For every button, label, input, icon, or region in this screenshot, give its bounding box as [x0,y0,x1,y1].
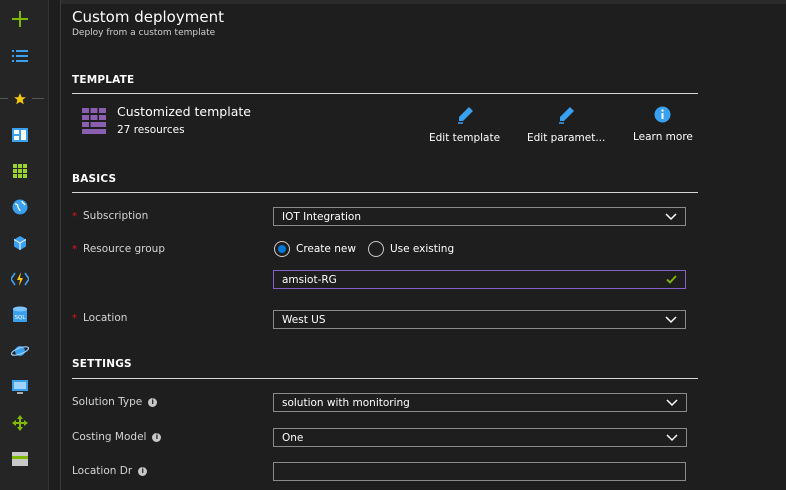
costing-model-select[interactable]: One [273,428,687,447]
plus-icon[interactable] [8,7,32,31]
dashboard-icon[interactable] [8,123,32,147]
radio-create-new-label[interactable]: Create new [296,243,356,255]
chevron-down-icon [666,398,678,406]
section-divider-basics [72,192,698,193]
svg-text:SQL: SQL [15,315,27,321]
solution-type-label-text: Solution Type [72,396,143,408]
edit-template-label: Edit template [429,132,501,144]
section-divider-settings [72,378,698,379]
resource-group-label: * Resource group [72,243,165,255]
sidebar-divider-right [32,98,44,99]
location-dr-label-text: Location Dr [72,465,133,477]
template-resource-count: 27 resources [117,124,185,136]
resource-group-value: amsiot-RG [282,273,337,286]
costing-model-label: Costing Model i [72,431,162,443]
resource-group-radio-group: Create new Use existing [274,241,466,257]
section-title-template: TEMPLATE [72,74,135,86]
checkmark-icon [666,275,677,284]
template-grid-icon [82,108,106,134]
resource-group-input[interactable]: amsiot-RG [273,270,686,289]
left-sidebar: SQL [0,0,49,490]
location-label-text: Location [83,312,128,324]
subscription-value: IOT Integration [282,210,361,223]
cube-icon[interactable] [8,231,32,255]
globe-icon[interactable] [8,195,32,219]
radio-use-existing[interactable] [367,241,384,257]
chevron-down-icon [665,315,677,323]
solution-type-label: Solution Type i [72,396,158,408]
subscription-label: * Subscription [72,210,148,222]
storage-icon[interactable] [8,447,32,471]
info-icon [654,106,671,127]
costing-model-value: One [282,431,304,444]
learn-more-label: Learn more [633,131,693,143]
edit-template-button[interactable]: Edit template [429,106,500,144]
required-asterisk: * [72,210,77,222]
subscription-select[interactable]: IOT Integration [273,207,686,226]
sidebar-divider-left [0,98,8,99]
virtual-machine-icon[interactable] [8,375,32,399]
function-app-icon[interactable] [8,267,32,291]
blade-edge [60,0,61,490]
costing-model-label-text: Costing Model [72,431,147,443]
edit-parameters-button[interactable]: Edit paramet... [527,106,605,144]
chevron-down-icon [665,212,677,220]
pencil-icon [456,106,474,128]
location-value: West US [282,313,326,326]
info-icon[interactable]: i [148,397,158,407]
solution-type-value: solution with monitoring [282,396,410,409]
pencil-icon [557,106,575,128]
solution-type-select[interactable]: solution with monitoring [273,393,687,412]
top-strip [60,0,786,4]
required-asterisk: * [72,243,77,255]
sql-database-icon[interactable]: SQL [8,303,32,327]
subscription-label-text: Subscription [83,210,149,222]
load-balancer-icon[interactable] [8,411,32,435]
required-asterisk: * [72,312,77,324]
location-label: * Location [72,312,127,324]
star-icon[interactable] [8,87,32,111]
cosmos-planet-icon[interactable] [8,339,32,363]
section-title-basics: BASICS [72,173,117,185]
section-divider-template [72,93,698,94]
resource-group-label-text: Resource group [83,243,165,255]
list-icon[interactable] [8,44,32,68]
page-title: Custom deployment [72,8,224,26]
chevron-down-icon [666,433,678,441]
info-icon[interactable]: i [138,466,148,476]
radio-create-new[interactable] [274,241,290,257]
template-name: Customized template [117,104,251,119]
info-icon[interactable]: i [152,432,162,442]
location-dr-input[interactable] [273,462,686,481]
all-resources-grid-icon[interactable] [8,159,32,183]
location-select[interactable]: West US [273,310,686,329]
learn-more-button[interactable]: Learn more [633,106,693,143]
page-subtitle: Deploy from a custom template [72,28,216,38]
location-dr-label: Location Dr i [72,465,148,477]
section-title-settings: SETTINGS [72,358,132,370]
radio-use-existing-label[interactable]: Use existing [390,243,454,255]
edit-parameters-label: Edit paramet... [527,132,606,144]
